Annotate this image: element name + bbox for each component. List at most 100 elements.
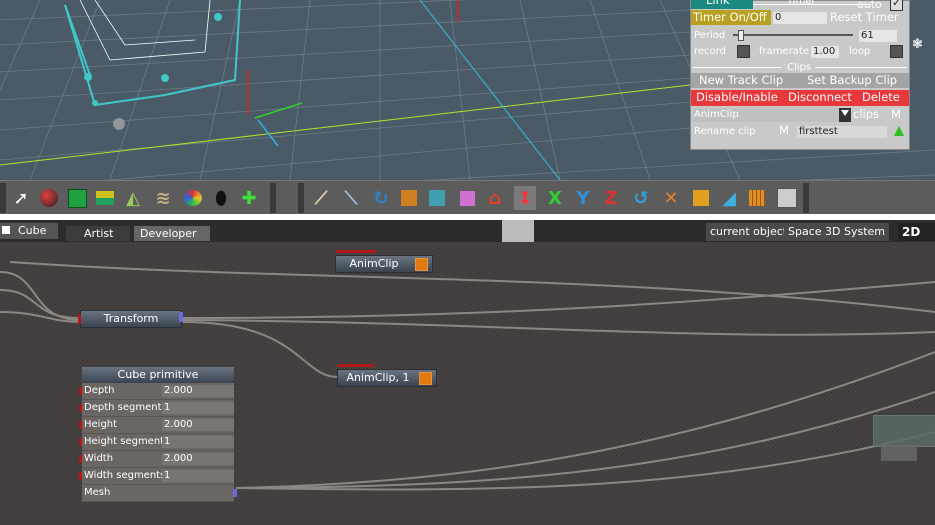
scale-icon[interactable]: ✕ (660, 186, 682, 210)
rename-clip-field[interactable]: firsttest (797, 126, 887, 138)
param-name: Width segments (84, 470, 162, 481)
pink-cube-icon[interactable] (456, 186, 478, 210)
toolbar-grip-mid[interactable] (270, 183, 276, 213)
sphere-icon[interactable] (38, 186, 60, 210)
transform-port-in[interactable] (78, 314, 81, 324)
toolbar-grip-left[interactable] (0, 183, 6, 213)
splitter[interactable] (0, 214, 935, 220)
tab-developer[interactable]: Developer (134, 226, 210, 241)
param-value-field[interactable]: 1 (162, 470, 234, 482)
palette-icon[interactable] (182, 186, 204, 210)
param-value-field[interactable]: 2.000 (162, 453, 234, 465)
animclip-port-in[interactable] (336, 250, 376, 253)
tire-icon[interactable]: ⬮ (210, 186, 232, 210)
render-icon[interactable] (776, 186, 798, 210)
param-value-field[interactable]: 1 (162, 436, 234, 448)
x-axis-icon[interactable]: X (544, 186, 566, 210)
toolbar-grip-end[interactable] (803, 183, 809, 213)
chevron-down-icon[interactable] (839, 108, 851, 122)
timer-onoff-button[interactable]: Timer On/Off (691, 10, 771, 25)
bone-add-icon[interactable]: ✚ (238, 186, 260, 210)
new-track-clip-button[interactable]: New Track Clip (699, 73, 783, 88)
cube-green-icon[interactable] (66, 186, 88, 210)
node-graph-canvas[interactable]: AnimClip Transform AnimClip, 1 Cube prim… (0, 242, 935, 525)
cube-primitive-node[interactable]: Cube primitive Depth 2.000 Depth segments… (79, 367, 237, 502)
animclip-node[interactable]: AnimClip (335, 255, 433, 273)
scene-thumbnail[interactable] (502, 220, 534, 242)
mesh-port-out[interactable] (233, 489, 237, 497)
joint-icon[interactable]: ⟍ (340, 186, 362, 210)
param-value-field[interactable]: 2.000 (162, 385, 234, 397)
port-in[interactable] (79, 455, 82, 463)
framerate-label: framerate (759, 46, 809, 57)
link-button[interactable]: Link (691, 0, 753, 9)
tool-shelf: ➚ ◭ ≋ ⬮ ✚ ⟋ ⟍ ↻ ⌂ ↕ X Y Z ↺ ✕ ◢ (0, 180, 935, 215)
x-axis-label: X (548, 187, 562, 209)
axis-move-icon[interactable]: ↕ (514, 186, 536, 210)
animclip-1-color-chip (419, 372, 432, 385)
cone-icon[interactable]: ◢ (718, 186, 740, 210)
rotate-icon[interactable]: ↻ (370, 186, 392, 210)
clip-select[interactable]: AnimClip (693, 108, 851, 122)
object-color-swatch (2, 226, 10, 234)
delete-button[interactable]: Delete (862, 90, 900, 105)
timer-value-field[interactable]: 0 (773, 12, 827, 24)
disconnect-button[interactable]: Disconnect (788, 90, 852, 105)
minimap-viewport[interactable] (881, 445, 917, 461)
z-axis-icon[interactable]: Z (600, 186, 622, 210)
clip-action-row: Disable/Inable Disconnect Delete (691, 90, 909, 106)
clips-m-button[interactable]: M (891, 107, 901, 122)
rename-clip-label: Rename clip (694, 126, 756, 137)
space-3d-button[interactable]: Space 3D (784, 223, 845, 241)
tab-artist[interactable]: Artist (66, 226, 130, 241)
param-name: Depth (84, 385, 115, 396)
confirm-rename-icon[interactable] (894, 126, 904, 136)
toolbar-grip-right-start[interactable] (298, 183, 304, 213)
panel-icon[interactable] (426, 186, 448, 210)
tab-artist-label: Artist (84, 227, 114, 240)
y-axis-label: Y (576, 187, 590, 209)
arrow-select-icon[interactable]: ➚ (10, 186, 32, 210)
loop-label: loop (849, 46, 871, 57)
terrain-icon[interactable]: ◭ (122, 186, 144, 210)
system-button[interactable]: System (840, 223, 890, 241)
bone-icon[interactable]: ⟋ (310, 186, 332, 210)
animclip1-port-in[interactable] (338, 364, 374, 367)
mode-2d-toggle[interactable]: 2D (898, 223, 935, 241)
param-value-field[interactable]: 1 (162, 402, 234, 414)
port-in[interactable] (79, 387, 82, 395)
set-backup-clip-button[interactable]: Set Backup Clip (807, 73, 897, 88)
loop-checkbox[interactable] (890, 45, 903, 58)
port-in[interactable] (79, 472, 82, 480)
record-checkbox[interactable] (737, 45, 750, 58)
object-name-field[interactable]: Cube (0, 223, 58, 239)
rename-m-button[interactable]: M (779, 123, 789, 138)
transform-node[interactable]: Transform (80, 310, 182, 328)
transform-port-out[interactable] (179, 312, 183, 322)
graph-minimap[interactable] (873, 415, 935, 447)
period-slider[interactable] (733, 30, 853, 41)
framerate-field[interactable]: 1.00 (811, 46, 839, 58)
grid-box-icon[interactable] (746, 186, 768, 210)
current-object-button[interactable]: current object (706, 223, 792, 241)
port-in[interactable] (79, 438, 82, 446)
animclip-1-node[interactable]: AnimClip, 1 (337, 369, 437, 387)
crate-icon[interactable] (690, 186, 712, 210)
box-orange-icon[interactable] (398, 186, 420, 210)
param-value-field[interactable]: 2.000 (162, 419, 234, 431)
record-label: record (694, 46, 726, 57)
y-axis-icon[interactable]: Y (572, 186, 594, 210)
period-value-field[interactable]: 61 (859, 30, 897, 42)
layers-icon[interactable] (94, 186, 116, 210)
period-slider-thumb[interactable] (738, 30, 744, 41)
reset-timer-button[interactable]: Reset Timer (827, 10, 909, 25)
reset-timer-label: Reset Timer (830, 10, 899, 24)
port-in[interactable] (79, 404, 82, 412)
rotate-cw-icon[interactable]: ↺ (630, 186, 652, 210)
brush-icon[interactable]: ≋ (152, 186, 174, 210)
disable-inable-button[interactable]: Disable/Inable (696, 90, 778, 105)
param-depth: Depth 2.000 (79, 383, 234, 400)
house-icon[interactable]: ⌂ (484, 186, 506, 210)
param-height: Height 2.000 (79, 417, 234, 434)
port-in[interactable] (79, 421, 82, 429)
